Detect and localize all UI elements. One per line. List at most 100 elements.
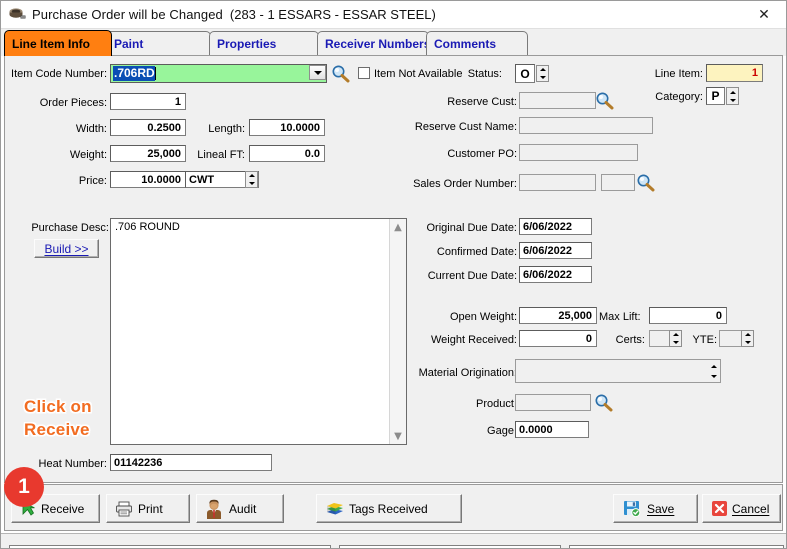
tab-strip: Line Item Info Paint Properties Receiver… (1, 29, 786, 56)
tab-comments[interactable]: Comments (426, 31, 528, 56)
line-item-info-panel: Item Code Number: .706RD Item Not Availa… (4, 55, 783, 483)
save-disk-icon (620, 500, 644, 517)
product-input[interactable] (515, 394, 591, 411)
customer-po-input[interactable] (519, 144, 638, 161)
product-label: Product: (476, 398, 517, 410)
item-code-number-combo[interactable]: .706RD (110, 64, 327, 83)
reserve-cust-input[interactable] (519, 92, 596, 109)
build-button[interactable]: Build >> (34, 239, 99, 258)
purchase-order-window: Purchase Order will be Changed (283 - 1 … (0, 0, 787, 549)
scroll-down-icon[interactable]: ▼ (390, 428, 406, 444)
tab-receiver-numbers[interactable]: Receiver Numbers (317, 31, 430, 56)
purchase-desc-label: Purchase Desc: (31, 222, 109, 234)
certs-stepper[interactable] (669, 330, 682, 347)
taskbar-item[interactable] (339, 545, 561, 548)
audit-button[interactable]: Audit (196, 494, 284, 523)
gage-label: Gage: (487, 425, 517, 437)
yte-label: YTE: (692, 334, 717, 346)
taskbar-item[interactable] (569, 545, 784, 548)
window-subtitle: (283 - 1 ESSARS - ESSAR STEEL) (229, 7, 436, 22)
length-label: Length: (208, 123, 245, 135)
chevron-down-icon[interactable] (309, 65, 326, 80)
sales-order-number-input[interactable] (519, 174, 596, 191)
original-due-date-label: Original Due Date: (426, 222, 518, 234)
open-weight-input[interactable]: 25,000 (519, 307, 597, 324)
order-pieces-input[interactable]: 1 (110, 93, 186, 110)
weight-received-label: Weight Received: (430, 334, 517, 346)
open-weight-label: Open Weight: (449, 311, 517, 323)
item-code-search-icon[interactable] (330, 64, 351, 83)
product-search-icon[interactable] (593, 393, 614, 412)
price-input[interactable]: 10.0000 (110, 171, 186, 188)
annotation-line-1: Click on (24, 397, 92, 416)
current-due-date-input[interactable]: 6/06/2022 (519, 266, 592, 283)
yte-stepper[interactable] (741, 330, 754, 347)
line-item-label: Line Item: (654, 68, 703, 80)
max-lift-label: Max Lift: (599, 311, 641, 323)
cancel-button[interactable]: Cancel (702, 494, 781, 523)
current-due-date-label: Current Due Date: (427, 270, 517, 282)
category-label: Category: (655, 91, 703, 103)
line-item-input[interactable]: 1 (706, 64, 763, 82)
weight-label: Weight: (69, 149, 107, 161)
reserve-cust-search-icon[interactable] (594, 91, 615, 110)
length-input[interactable]: 10.0000 (249, 119, 325, 136)
tags-received-button[interactable]: Tags Received (316, 494, 462, 523)
sales-order-search-icon[interactable] (635, 173, 656, 192)
lineal-ft-input[interactable]: 0.0 (249, 145, 325, 162)
material-origination-input[interactable] (515, 359, 721, 383)
item-not-available-checkbox[interactable] (358, 67, 370, 79)
material-origination-stepper[interactable] (708, 361, 720, 381)
item-not-available-label: Item Not Available (374, 68, 463, 80)
cancel-x-icon (708, 500, 730, 517)
cancel-button-label: Cancel (732, 501, 770, 516)
reserve-cust-name-label: Reserve Cust Name: (414, 121, 517, 133)
gage-input[interactable]: 0.0000 (515, 421, 589, 438)
build-button-label: Build >> (44, 241, 89, 256)
tab-properties[interactable]: Properties (209, 31, 319, 56)
confirmed-date-input[interactable]: 6/06/2022 (519, 242, 592, 259)
confirmed-date-label: Confirmed Date: (436, 246, 517, 258)
scanner-icon (8, 7, 26, 23)
customer-po-label: Customer PO: (447, 148, 517, 160)
category-input[interactable]: P (706, 87, 725, 105)
action-button-bar: Receive Print Audit Tags Received Save C… (4, 484, 783, 531)
purchase-desc-scrollbar[interactable]: ▲ ▼ (389, 219, 406, 444)
title-bar: Purchase Order will be Changed (283 - 1 … (1, 1, 786, 29)
tab-label: Properties (217, 37, 277, 51)
tab-label: Paint (114, 37, 144, 51)
reserve-cust-name-input[interactable] (519, 117, 653, 134)
close-icon[interactable]: ✕ (742, 1, 786, 28)
tags-received-button-label: Tags Received (349, 501, 428, 516)
status-label: Status: (467, 68, 502, 80)
lineal-ft-label: Lineal FT: (197, 149, 245, 161)
step-badge-1: 1 (4, 467, 44, 507)
save-button[interactable]: Save (613, 494, 698, 523)
print-button[interactable]: Print (106, 494, 190, 523)
status-input[interactable]: O (515, 64, 535, 83)
taskbar-item[interactable] (9, 545, 331, 548)
heat-number-label: Heat Number: (38, 458, 107, 470)
material-origination-label: Material Origination: (418, 367, 517, 379)
tab-line-item-info[interactable]: Line Item Info (4, 30, 112, 56)
item-code-number-input[interactable]: .706RD (110, 64, 327, 83)
price-uom-stepper[interactable] (245, 171, 258, 188)
scroll-up-icon[interactable]: ▲ (390, 219, 406, 235)
purchase-desc-textarea[interactable]: .706 ROUND ▲ ▼ (110, 218, 407, 445)
receive-button-label: Receive (41, 501, 85, 516)
weight-input[interactable]: 25,000 (110, 145, 186, 162)
original-due-date-input[interactable]: 6/06/2022 (519, 218, 592, 235)
heat-number-input[interactable]: 01142236 (110, 454, 272, 471)
max-lift-input[interactable]: 0 (649, 307, 727, 324)
width-label: Width: (75, 123, 107, 135)
tab-label: Line Item Info (12, 36, 90, 51)
category-stepper[interactable] (726, 87, 739, 105)
tab-paint[interactable]: Paint (106, 31, 211, 56)
certs-label: Certs: (615, 334, 645, 346)
status-stepper[interactable] (536, 65, 549, 82)
item-code-number-value: .706RD (113, 66, 155, 81)
width-input[interactable]: 0.2500 (110, 119, 186, 136)
books-icon (323, 501, 347, 517)
sales-order-number-suffix-input[interactable] (601, 174, 635, 191)
weight-received-input[interactable]: 0 (519, 330, 597, 347)
